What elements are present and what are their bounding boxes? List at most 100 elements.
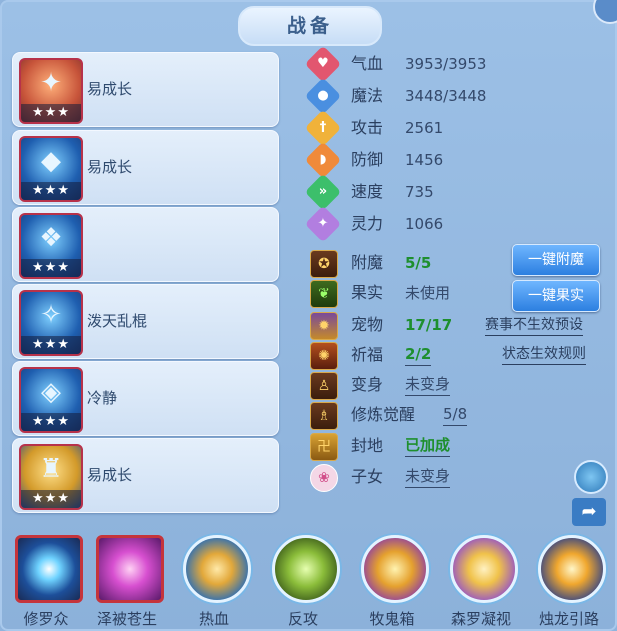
skill-icon bbox=[183, 535, 251, 603]
event-presets-link[interactable]: 赛事不生效预设 bbox=[485, 315, 583, 336]
stat-value: 735 bbox=[405, 183, 434, 201]
status-name: 修炼觉醒 bbox=[351, 405, 416, 424]
corner-close-button[interactable] bbox=[593, 0, 617, 24]
status-name: 子女 bbox=[351, 467, 384, 486]
skill-1[interactable]: 修罗众 bbox=[7, 535, 87, 631]
stat-defense: ◗ 防御 1456 bbox=[304, 141, 510, 179]
stat-value: 3953/3953 bbox=[405, 55, 487, 73]
status-value[interactable]: 未变身 bbox=[405, 373, 451, 396]
status-value[interactable]: 5/8 bbox=[443, 403, 468, 426]
equipment-icon: ◆ ★★★ bbox=[19, 136, 83, 202]
skill-icon bbox=[450, 535, 518, 603]
equipment-label: 易成长 bbox=[87, 466, 133, 484]
stat-value: 2561 bbox=[405, 119, 444, 137]
blessing-icon: ✺ bbox=[310, 342, 338, 370]
star-rating: ★★★ bbox=[21, 413, 81, 431]
equipment-icon: ✧ ★★★ bbox=[19, 290, 83, 356]
status-name: 封地 bbox=[351, 436, 384, 455]
status-transform[interactable]: ♙ 变身 未变身 bbox=[310, 371, 610, 400]
stat-value: 1456 bbox=[405, 151, 444, 169]
status-cultivation[interactable]: ♗ 修炼觉醒 5/8 bbox=[310, 401, 610, 430]
one-click-enchant-button[interactable]: 一键附魔 bbox=[512, 244, 600, 276]
share-icon[interactable]: ➦ bbox=[572, 498, 606, 526]
skill-6[interactable]: 森罗凝视 bbox=[442, 535, 522, 631]
equipment-icon: ✦ ★★★ bbox=[19, 58, 83, 124]
transform-icon: ♙ bbox=[310, 372, 338, 400]
fief-icon: 卍 bbox=[310, 433, 338, 461]
spirit-icon: ✦ bbox=[304, 205, 342, 243]
skill-name: 反攻 bbox=[287, 610, 318, 628]
shield-icon: ◗ bbox=[304, 141, 342, 179]
stat-name: 攻击 bbox=[351, 118, 384, 137]
stat-name: 速度 bbox=[351, 182, 384, 201]
fruit-icon: ❦ bbox=[310, 280, 338, 308]
pet-icon: ✹ bbox=[310, 312, 338, 340]
equipment-slot-5[interactable]: ◈ ★★★ 冷静 bbox=[12, 361, 279, 436]
equipment-icon: ❖ ★★★ bbox=[19, 213, 83, 279]
stat-attack: † 攻击 2561 bbox=[304, 109, 510, 147]
cultivation-icon: ♗ bbox=[310, 402, 338, 430]
star-rating: ★★★ bbox=[21, 182, 81, 200]
one-click-fruit-button[interactable]: 一键果实 bbox=[512, 280, 600, 312]
skill-icon bbox=[538, 535, 606, 603]
stat-name: 气血 bbox=[351, 54, 384, 73]
skill-name: 泽被苍生 bbox=[96, 610, 157, 628]
status-name: 祈福 bbox=[351, 345, 384, 364]
heart-icon: ♥ bbox=[304, 45, 342, 83]
status-value: 5/5 bbox=[405, 254, 432, 272]
status-name: 果实 bbox=[351, 283, 384, 302]
skill-2[interactable]: 泽被苍生 bbox=[88, 535, 168, 631]
skill-name: 修罗众 bbox=[23, 610, 69, 628]
status-child[interactable]: ❀ 子女 未变身 bbox=[310, 463, 610, 492]
equipment-icon: ◈ ★★★ bbox=[19, 367, 83, 433]
skill-name: 热血 bbox=[198, 610, 229, 628]
stat-spirit: ✦ 灵力 1066 bbox=[304, 205, 510, 243]
battle-prep-panel: 战备 ✦ ★★★ 易成长 ◆ ★★★ 易成长 ❖ ★★★ ✧ ★★★ 泼天乱棍 … bbox=[0, 0, 617, 631]
equipment-slot-1[interactable]: ✦ ★★★ 易成长 bbox=[12, 52, 279, 127]
speed-icon: » bbox=[304, 173, 342, 211]
equipment-slot-2[interactable]: ◆ ★★★ 易成长 bbox=[12, 130, 279, 205]
equipment-slot-6[interactable]: ♜ ★★★ 易成长 bbox=[12, 438, 279, 513]
equipment-label: 冷静 bbox=[87, 389, 118, 407]
mana-icon: ● bbox=[304, 77, 342, 115]
status-value[interactable]: 已加成 bbox=[405, 434, 451, 457]
panel-title: 战备 bbox=[238, 6, 382, 46]
skill-name: 烛龙引路 bbox=[538, 610, 599, 628]
status-fief[interactable]: 卍 封地 已加成 bbox=[310, 432, 610, 461]
stat-name: 魔法 bbox=[351, 86, 384, 105]
skill-icon bbox=[15, 535, 83, 603]
status-value: 17/17 bbox=[405, 316, 453, 334]
skill-5[interactable]: 牧鬼箱 bbox=[353, 535, 433, 631]
equipment-slot-4[interactable]: ✧ ★★★ 泼天乱棍 bbox=[12, 284, 279, 359]
status-value[interactable]: 未变身 bbox=[405, 465, 451, 488]
star-rating: ★★★ bbox=[21, 104, 81, 122]
status-name: 变身 bbox=[351, 375, 384, 394]
status-value: 未使用 bbox=[405, 284, 451, 302]
skill-4[interactable]: 反攻 bbox=[264, 535, 344, 631]
stat-value: 3448/3448 bbox=[405, 87, 487, 105]
child-icon: ❀ bbox=[310, 464, 338, 492]
stat-name: 防御 bbox=[351, 150, 384, 169]
stat-value: 1066 bbox=[405, 215, 444, 233]
stat-name: 灵力 bbox=[351, 214, 384, 233]
skill-7[interactable]: 烛龙引路 bbox=[530, 535, 610, 631]
skill-icon bbox=[96, 535, 164, 603]
status-rules-link[interactable]: 状态生效规则 bbox=[502, 344, 586, 365]
equipment-icon: ♜ ★★★ bbox=[19, 444, 83, 510]
equipment-slot-3[interactable]: ❖ ★★★ bbox=[12, 207, 279, 282]
refresh-icon[interactable] bbox=[574, 460, 608, 494]
equipment-label: 易成长 bbox=[87, 80, 133, 98]
skill-icon bbox=[272, 535, 340, 603]
sword-icon: † bbox=[304, 109, 342, 147]
star-rating: ★★★ bbox=[21, 336, 81, 354]
star-rating: ★★★ bbox=[21, 259, 81, 277]
equipment-label: 易成长 bbox=[87, 158, 133, 176]
status-value[interactable]: 2/2 bbox=[405, 343, 432, 366]
status-name: 附魔 bbox=[351, 253, 384, 272]
star-rating: ★★★ bbox=[21, 490, 81, 508]
skill-3[interactable]: 热血 bbox=[175, 535, 255, 631]
skill-name: 牧鬼箱 bbox=[369, 610, 415, 628]
stat-speed: » 速度 735 bbox=[304, 173, 510, 211]
equipment-label: 泼天乱棍 bbox=[87, 312, 148, 330]
enchant-icon: ✪ bbox=[310, 250, 338, 278]
